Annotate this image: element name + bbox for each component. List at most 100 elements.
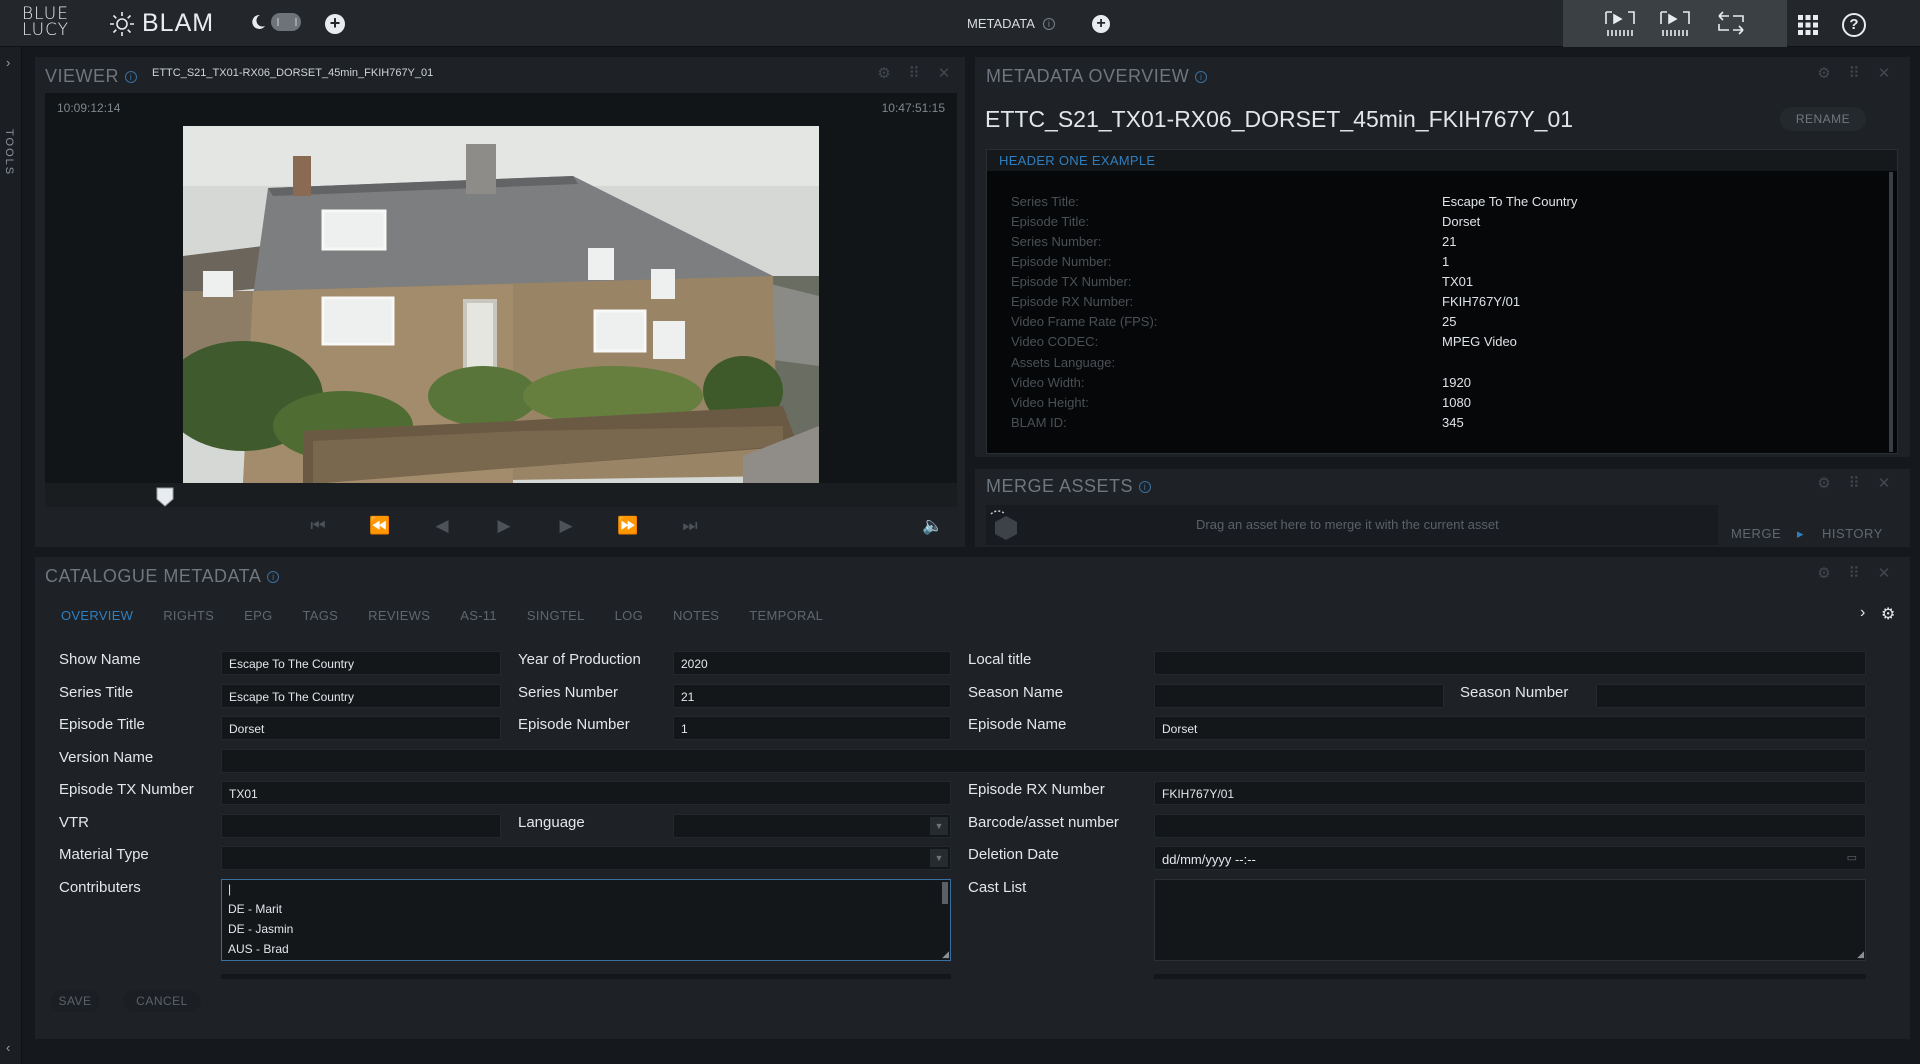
playhead-handle[interactable] [155,486,175,508]
metadata-key: Episode Number: [1011,254,1112,269]
rx-number-field[interactable]: FKIH767Y/01 [1154,781,1866,805]
season-number-field[interactable] [1596,684,1866,708]
step-forward-icon[interactable]: ▶ [550,515,582,537]
episode-name-field[interactable]: Dorset [1154,716,1866,740]
scrub-bar[interactable] [45,483,957,507]
language-select[interactable]: ▼ [673,814,951,838]
cast-list-textarea[interactable]: ◢ [1154,879,1866,961]
season-number-label: Season Number [1460,684,1569,701]
version-name-field[interactable] [221,749,1866,773]
tab-rights[interactable]: RIGHTS [148,601,229,631]
close-icon[interactable]: ✕ [1875,65,1893,83]
local-title-field[interactable] [1154,651,1866,675]
layout-viewer-icon[interactable] [1604,10,1636,38]
drag-grid-icon[interactable]: ⠿ [905,65,923,83]
theme-toggle[interactable] [249,13,301,31]
tab-as11[interactable]: AS-11 [445,601,512,631]
skip-start-icon[interactable]: ⏮ [302,515,334,537]
rename-button[interactable]: RENAME [1780,107,1866,131]
calendar-icon[interactable]: ▭ [1847,851,1857,864]
info-icon[interactable]: i [1042,17,1055,30]
deletion-date-label: Deletion Date [968,846,1059,863]
drag-grid-icon[interactable]: ⠿ [1845,565,1863,583]
moon-icon [252,14,265,29]
fast-forward-icon[interactable]: ⏩ [612,515,644,537]
layout-compare-icon[interactable] [1715,10,1747,38]
tab-tags[interactable]: TAGS [288,601,354,631]
tx-number-field[interactable]: TX01 [221,781,951,805]
chevron-down-icon[interactable]: ▼ [930,817,948,835]
settings-icon[interactable]: ⚙ [1815,65,1833,83]
metadata-key: Video Frame Rate (FPS): [1011,314,1158,329]
episode-number-field[interactable]: 1 [673,716,951,740]
settings-icon[interactable]: ⚙ [1815,475,1833,493]
resize-handle-icon[interactable]: ◢ [942,949,949,960]
metadata-value: 1920 [1442,375,1471,390]
barcode-field[interactable] [1154,814,1866,838]
catalogue-info-icon[interactable]: i [267,570,280,583]
clipped-field[interactable] [1154,974,1866,979]
metadata-menu[interactable]: METADATA i [967,16,1055,31]
rewind-icon[interactable]: ⏪ [364,515,396,537]
apps-grid-icon[interactable] [1797,14,1819,36]
deletion-date-field[interactable]: dd/mm/yyyy --:-- ▭ [1154,846,1866,870]
expand-tools-icon[interactable]: › [6,55,10,70]
tab-overview[interactable]: OVERVIEW [46,601,148,631]
catalogue-tabs: OVERVIEW RIGHTS EPG TAGS REVIEWS AS-11 S… [46,601,838,631]
tools-label: TOOLS [3,129,15,177]
textarea-scrollbar[interactable] [942,882,948,904]
tab-log[interactable]: LOG [600,601,658,631]
add-button[interactable]: + [325,14,345,34]
add-metadata-button[interactable]: + [1092,15,1110,33]
tabs-next-icon[interactable]: › [1860,604,1865,622]
skip-end-icon[interactable]: ⏭ [674,515,706,537]
metadata-overview-info-icon[interactable]: i [1195,70,1208,83]
merge-icon[interactable]: ▸ [1797,526,1804,544]
drag-grid-icon[interactable]: ⠿ [1845,475,1863,493]
show-name-field[interactable]: Escape To The Country [221,651,501,675]
blam-logo[interactable]: BLAM [108,9,214,38]
tab-temporal[interactable]: TEMPORAL [734,601,838,631]
merge-button[interactable]: MERGE [1731,526,1781,544]
close-icon[interactable]: ✕ [1875,475,1893,493]
merge-assets-info-icon[interactable]: i [1139,480,1152,493]
episode-title-field[interactable]: Dorset [221,716,501,740]
viewer-info-icon[interactable]: i [125,70,138,83]
help-icon[interactable]: ? [1842,13,1866,37]
video-frame[interactable] [183,126,819,484]
metadata-scrollbar[interactable] [1889,172,1893,452]
series-number-field[interactable]: 21 [673,684,951,708]
vtr-field[interactable] [221,814,501,838]
tools-sidebar[interactable]: › TOOLS ‹ [0,47,22,1064]
resize-handle-icon[interactable]: ◢ [1857,949,1864,960]
close-icon[interactable]: ✕ [935,65,953,83]
save-button[interactable]: SAVE [50,990,100,1012]
collapse-tools-icon[interactable]: ‹ [6,1040,10,1055]
contributers-textarea[interactable]: | DE - Marit DE - Jasmin AUS - Brad ◢ [221,879,951,961]
year-field[interactable]: 2020 [673,651,951,675]
tab-epg[interactable]: EPG [229,601,287,631]
history-button[interactable]: HISTORY [1822,526,1883,544]
material-type-select[interactable]: ▼ [221,846,951,870]
chevron-down-icon[interactable]: ▼ [930,849,948,867]
play-icon[interactable]: ▶ [488,515,520,537]
tab-reviews[interactable]: REVIEWS [353,601,445,631]
drag-grid-icon[interactable]: ⠿ [1845,65,1863,83]
bluelucy-logo[interactable]: BLUE LUCY [22,6,69,39]
tab-singtel[interactable]: SINGTEL [512,601,600,631]
blam-gear-icon [110,11,134,36]
settings-icon[interactable]: ⚙ [875,65,893,83]
tabs-settings-icon[interactable]: ⚙ [1881,604,1895,624]
close-icon[interactable]: ✕ [1875,565,1893,583]
settings-icon[interactable]: ⚙ [1815,565,1833,583]
cancel-button[interactable]: CANCEL [123,990,201,1012]
series-title-field[interactable]: Escape To The Country [221,684,501,708]
volume-icon[interactable]: 🔈 [922,516,946,536]
clipped-field[interactable] [221,974,951,979]
layout-timeline-icon[interactable] [1659,10,1691,38]
merge-drop-zone[interactable]: Drag an asset here to merge it with the … [986,505,1718,545]
metadata-value: Dorset [1442,214,1481,229]
season-name-field[interactable] [1154,684,1444,708]
tab-notes[interactable]: NOTES [658,601,734,631]
step-back-icon[interactable]: ◀ [426,515,458,537]
